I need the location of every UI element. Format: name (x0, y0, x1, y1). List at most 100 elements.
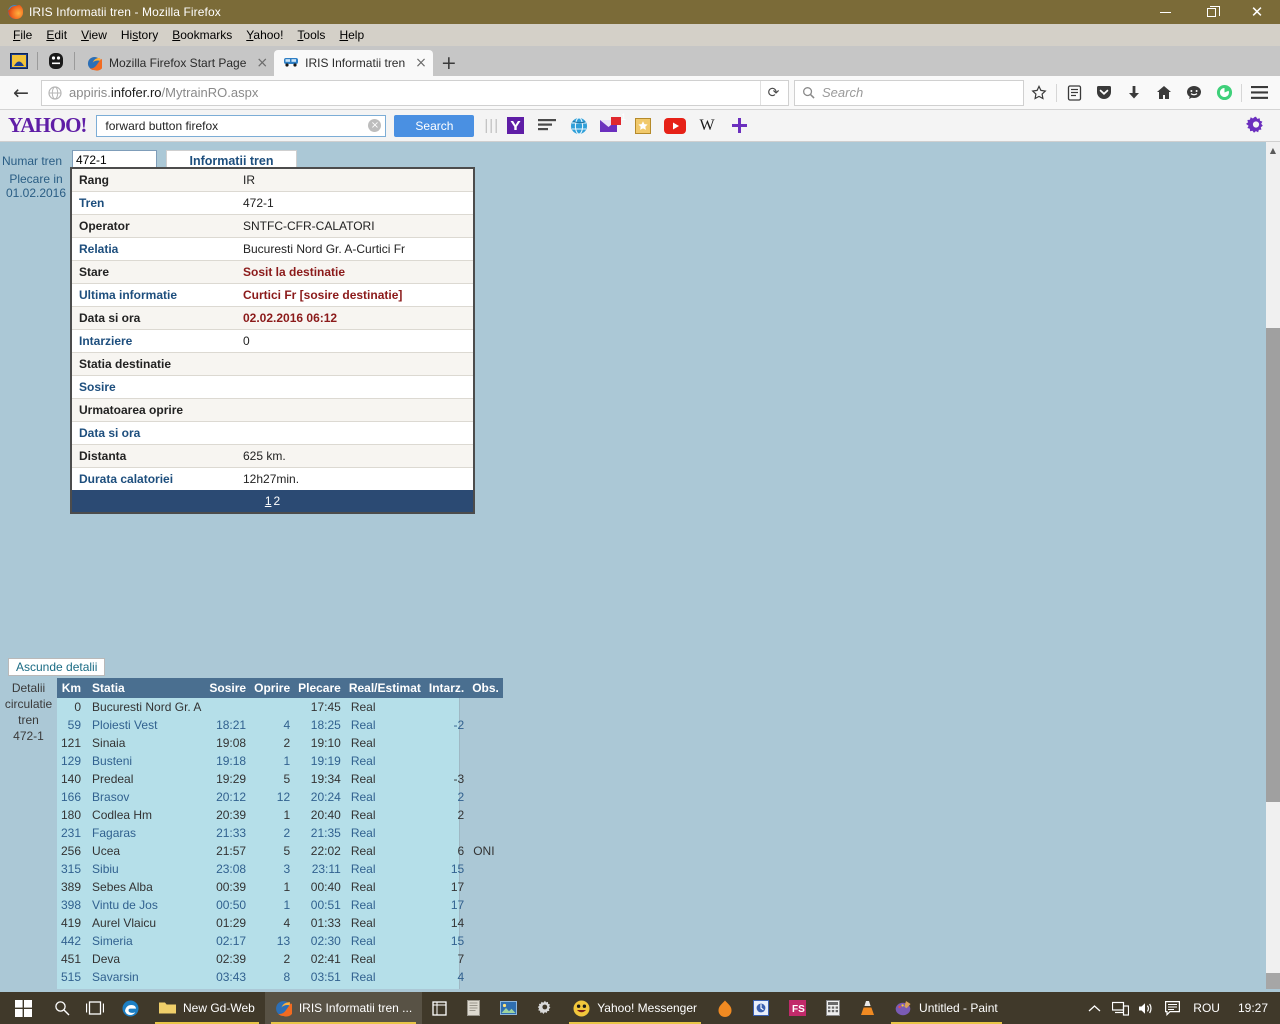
scroll-down-arrow[interactable] (1266, 973, 1280, 989)
pager-page-2[interactable]: 2 (274, 494, 281, 508)
gear-icon[interactable] (1240, 114, 1272, 138)
browser-tab-iris[interactable]: IRIS Informatii tren × (274, 50, 433, 76)
table-row: 256 Ucea 21:57 5 22:02 Real 6 ONI (57, 842, 503, 860)
new-tab-button[interactable]: + (433, 52, 465, 76)
cell-oprire: 13 (276, 934, 291, 948)
th-statia: Statia (85, 678, 206, 698)
back-button[interactable]: ← (6, 78, 36, 108)
wikipedia-icon[interactable]: W (691, 114, 723, 138)
cell-statia: Codlea Hm (92, 808, 153, 822)
info-row: Sosire (72, 376, 473, 398)
menu-item-help[interactable]: Help (332, 26, 371, 44)
info-row-value: Sosit la destinatie (243, 265, 346, 279)
cell-oprire: 12 (276, 790, 291, 804)
cell-sosire: 20:39 (216, 808, 247, 822)
taskbar-item-edge[interactable] (112, 992, 149, 1024)
scroll-up-arrow[interactable]: ▲ (1266, 142, 1280, 158)
taskbar-item-paint[interactable]: Untitled - Paint (885, 992, 1008, 1024)
news-feed-icon[interactable] (531, 114, 563, 138)
cell-obs (468, 716, 503, 734)
cell-plecare: 00:40 (310, 880, 341, 894)
reload-icon[interactable]: ⟳ (760, 80, 786, 105)
menu-item-bookmarks[interactable]: Bookmarks (165, 26, 239, 44)
taskbar-item-calculator[interactable] (816, 992, 850, 1024)
chat-icon[interactable] (1179, 78, 1209, 108)
menu-item-view[interactable]: View (74, 26, 114, 44)
cell-km: 398 (61, 898, 82, 912)
network-icon[interactable] (1107, 992, 1133, 1024)
cell-obs (468, 788, 503, 806)
start-icon[interactable] (0, 992, 46, 1024)
pocket-icon[interactable] (1089, 78, 1119, 108)
details-caption-line: 472-1 (13, 729, 44, 743)
cell-oprire: 23 (250, 986, 294, 989)
cell-real: Real (350, 898, 376, 912)
taskbar-clock[interactable]: 19:27 (1232, 1001, 1280, 1015)
menu-item-edit[interactable]: Edit (39, 26, 74, 44)
bookmark-star-icon[interactable] (1024, 78, 1054, 108)
clear-icon[interactable]: × (368, 119, 382, 132)
details-sidebar-caption: Detalii circulatie tren 472-1 (0, 678, 57, 744)
minimize-button[interactable] (1142, 0, 1188, 24)
menu-item-file[interactable]: FFileile (6, 26, 39, 44)
close-icon[interactable]: × (415, 56, 427, 70)
pager-page-1[interactable]: 1 (265, 494, 272, 508)
hide-details-button[interactable]: Ascunde detalii (8, 658, 106, 676)
favorites-icon[interactable] (627, 114, 659, 138)
search-icon[interactable] (46, 992, 78, 1024)
browser-tab-start-page[interactable]: Mozilla Firefox Start Page × (78, 50, 275, 76)
close-icon[interactable]: × (256, 56, 268, 70)
home-icon[interactable] (1149, 78, 1179, 108)
menu-item-history[interactable]: History (114, 26, 165, 44)
menu-item-yahoo[interactable]: Yahoo! (239, 26, 290, 44)
globe-icon[interactable] (563, 114, 595, 138)
avast-icon[interactable] (1209, 78, 1239, 108)
page-scrollbar[interactable]: ▲ (1266, 142, 1280, 989)
taskbar-item-settings[interactable] (527, 992, 563, 1024)
search-icon (802, 86, 815, 99)
taskbar-item-iris-firefox[interactable]: IRIS Informatii tren ... (264, 992, 423, 1024)
address-bar[interactable]: appiris.infofer.ro/MytrainRO.aspx ⟳ (41, 79, 789, 106)
yahoo-search-input[interactable]: forward button firefox × (96, 114, 387, 137)
cell-statia: Vintu de Jos (92, 898, 158, 912)
taskbar-item-blue-app[interactable] (743, 992, 779, 1024)
taskbar-item-yahoo-messenger[interactable]: Yahoo! Messenger (563, 992, 707, 1024)
yahoo-logo[interactable]: YAHOO! (8, 113, 87, 138)
taskbar-item-fs-app[interactable]: FS (779, 992, 816, 1024)
menu-item-tools[interactable]: Tools (290, 26, 332, 44)
yahoo-y-icon[interactable] (499, 114, 531, 138)
browser-search-box[interactable]: Search (794, 79, 1024, 106)
taskbar-item-notepad[interactable] (457, 992, 490, 1024)
info-row-key: Data si ora (79, 311, 141, 325)
volume-icon[interactable] (1133, 992, 1159, 1024)
taskbar-item-new-gd-web[interactable]: New Gd-Web (149, 992, 265, 1024)
scrollbar-thumb[interactable] (1266, 328, 1280, 802)
windows-taskbar: New Gd-Web IRIS Informatii tren ... Yaho… (0, 992, 1280, 1024)
toolbar-divider-2 (1241, 83, 1242, 102)
language-indicator[interactable]: ROU (1185, 992, 1228, 1024)
action-center-icon[interactable] (1159, 992, 1185, 1024)
task-view-icon[interactable] (78, 992, 112, 1024)
reader-icon[interactable] (1059, 78, 1089, 108)
youtube-icon[interactable] (659, 114, 691, 138)
yahoo-search-button[interactable]: Search (394, 114, 475, 137)
downloads-icon[interactable] (1119, 78, 1149, 108)
maximize-button[interactable] (1188, 0, 1234, 24)
taskbar-item-vlc[interactable] (850, 992, 885, 1024)
close-button[interactable]: ✕ (1234, 0, 1280, 24)
chevron-up-icon[interactable] (1081, 992, 1107, 1024)
add-app-icon[interactable] (723, 114, 755, 138)
screenshot-tool-icon[interactable] (7, 49, 31, 73)
cell-plecare: 19:10 (310, 736, 341, 750)
taskbar-item-orange-flame[interactable] (707, 992, 743, 1024)
table-row: 442 Simeria 02:17 13 02:30 Real 15 (57, 932, 503, 950)
menu-hamburger-icon[interactable] (1244, 78, 1274, 108)
info-row: Intarziere 0 (72, 330, 473, 352)
taskbar-item-picture[interactable] (490, 992, 527, 1024)
info-row-value: IR (243, 173, 255, 187)
taskbar-item-store[interactable] (422, 992, 457, 1024)
window-titlebar: IRIS Informatii tren - Mozilla Firefox ✕ (0, 0, 1280, 24)
addon-icon[interactable] (44, 49, 68, 73)
cell-oprire: 8 (283, 970, 291, 984)
mail-icon[interactable]: 1 (595, 112, 627, 138)
